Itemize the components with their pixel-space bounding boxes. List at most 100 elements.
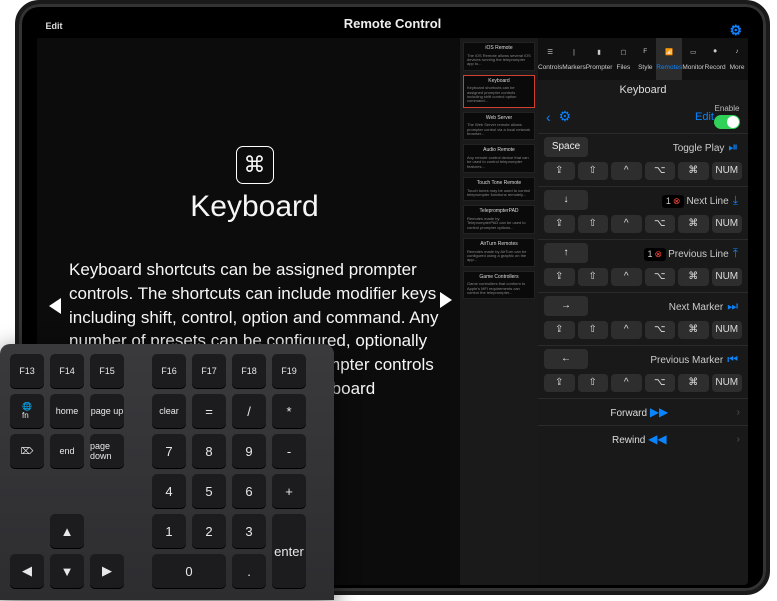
key-f13[interactable]: F13 — [10, 354, 44, 388]
key-0[interactable]: 0 — [152, 554, 226, 588]
thumb-touch-tone[interactable]: Touch Tone RemoteTouch tones may be used… — [463, 177, 535, 201]
key-forward-delete[interactable]: ⌦ — [10, 434, 44, 468]
modifier-key[interactable]: ⌘ — [678, 162, 709, 180]
modifier-key[interactable]: NUM — [712, 321, 743, 339]
key-arrow-right[interactable]: ▶ — [90, 554, 124, 588]
modifier-key[interactable]: ⌥ — [645, 162, 676, 180]
modifier-key[interactable]: ^ — [611, 374, 642, 392]
key-well[interactable]: ← — [544, 349, 588, 369]
prev-arrow-icon[interactable] — [49, 298, 61, 314]
modifier-key[interactable]: ⌥ — [645, 321, 676, 339]
key-1[interactable]: 1 — [152, 514, 186, 548]
key-minus[interactable]: - — [272, 434, 306, 468]
key-7[interactable]: 7 — [152, 434, 186, 468]
tab-files[interactable]: ▢Files — [612, 38, 634, 80]
modifier-key[interactable]: ⇧ — [578, 268, 609, 286]
tab-record[interactable]: ⏺Record — [704, 38, 726, 80]
key-2[interactable]: 2 — [192, 514, 226, 548]
modifier-key[interactable]: ⇧ — [578, 374, 609, 392]
modifier-key[interactable]: ⇪ — [544, 268, 575, 286]
tab-prompter[interactable]: ▮Prompter — [586, 38, 613, 80]
edit-link[interactable]: Edit — [695, 111, 714, 123]
shortcut-group[interactable]: SpaceToggle Play⏯⇪⇧^⌥⌘NUM — [538, 133, 748, 180]
key-5[interactable]: 5 — [192, 474, 226, 508]
modifier-key[interactable]: ⌥ — [645, 374, 676, 392]
key-f16[interactable]: F16 — [152, 354, 186, 388]
key-well[interactable]: → — [544, 296, 588, 316]
modifier-key[interactable]: ^ — [611, 321, 642, 339]
modifier-key[interactable]: ⌥ — [645, 215, 676, 233]
thumb-teleprompterpad[interactable]: TeleprompterPADRemotes made by Telepromp… — [463, 205, 535, 234]
modifier-key[interactable]: ^ — [611, 215, 642, 233]
key-arrow-up[interactable]: ▲ — [50, 514, 84, 548]
modifier-key[interactable]: NUM — [712, 268, 743, 286]
thumb-audio-remote[interactable]: Audio RemoteAny remote control device th… — [463, 144, 535, 173]
enable-switch[interactable] — [714, 115, 740, 129]
thumb-web-server[interactable]: Web ServerThe Web Server remote allows p… — [463, 112, 535, 141]
key-6[interactable]: 6 — [232, 474, 266, 508]
key-fn[interactable]: 🌐fn — [10, 394, 44, 428]
modifier-key[interactable]: NUM — [712, 162, 743, 180]
key-4[interactable]: 4 — [152, 474, 186, 508]
key-multiply[interactable]: * — [272, 394, 306, 428]
modifier-key[interactable]: ⌥ — [645, 268, 676, 286]
modifier-key[interactable]: ⌘ — [678, 215, 709, 233]
modifier-key[interactable]: ⇪ — [544, 374, 575, 392]
sliders-icon[interactable]: ⚙ — [551, 108, 580, 125]
key-arrow-down[interactable]: ▼ — [50, 554, 84, 588]
key-8[interactable]: 8 — [192, 434, 226, 468]
key-clear[interactable]: clear — [152, 394, 186, 428]
modifier-key[interactable]: ⇧ — [578, 321, 609, 339]
key-home[interactable]: home — [50, 394, 84, 428]
key-end[interactable]: end — [50, 434, 84, 468]
modifier-key[interactable]: ⇪ — [544, 215, 575, 233]
modifier-key[interactable]: ^ — [611, 268, 642, 286]
key-pageup[interactable]: page up — [90, 394, 124, 428]
key-arrow-left[interactable]: ◀ — [10, 554, 44, 588]
thumb-airturn[interactable]: AirTurn RemotesRemotes made by AirTurn c… — [463, 238, 535, 267]
enable-toggle[interactable]: Enable — [714, 104, 740, 129]
modifier-key[interactable]: ⌘ — [678, 268, 709, 286]
key-f15[interactable]: F15 — [90, 354, 124, 388]
next-arrow-icon[interactable] — [440, 292, 452, 308]
modifier-key[interactable]: ⌘ — [678, 321, 709, 339]
shortcut-row[interactable]: Forward ▶▶› — [538, 398, 748, 425]
modifier-key[interactable]: ⇧ — [578, 215, 609, 233]
shortcut-group[interactable]: ↑1⊗Previous Line⤒⇪⇧^⌥⌘NUM — [538, 239, 748, 286]
key-well[interactable]: ↓ — [544, 190, 588, 210]
key-divide[interactable]: / — [232, 394, 266, 428]
thumbnail-strip[interactable]: iOS RemoteThe iOS Remote allows several … — [460, 38, 538, 585]
key-f17[interactable]: F17 — [192, 354, 226, 388]
modifier-key[interactable]: NUM — [712, 215, 743, 233]
tab-markers[interactable]: ❘Markers — [562, 38, 585, 80]
tab-controls[interactable]: ☰Controls — [538, 38, 562, 80]
modifier-key[interactable]: ^ — [611, 162, 642, 180]
shortcut-group[interactable]: ←Previous Marker⏮⇪⇧^⌥⌘NUM — [538, 345, 748, 392]
modifier-key[interactable]: ⌘ — [678, 374, 709, 392]
key-f14[interactable]: F14 — [50, 354, 84, 388]
shortcut-row[interactable]: Rewind ◀◀› — [538, 425, 748, 452]
key-enter[interactable]: enter — [272, 514, 306, 588]
thumb-game-controllers[interactable]: Game ControllersGame controllers that co… — [463, 271, 535, 300]
tab-more[interactable]: ♪More — [726, 38, 748, 80]
modifier-key[interactable]: ⇪ — [544, 162, 575, 180]
key-plus[interactable]: + — [272, 474, 306, 508]
modifier-key[interactable]: ⇪ — [544, 321, 575, 339]
key-period[interactable]: . — [232, 554, 266, 588]
key-well[interactable]: Space — [544, 137, 588, 157]
modifier-key[interactable]: ⇧ — [578, 162, 609, 180]
tab-style[interactable]: FStyle — [634, 38, 656, 80]
shortcut-group[interactable]: →Next Marker⏭⇪⇧^⌥⌘NUM — [538, 292, 748, 339]
modifier-key[interactable]: NUM — [712, 374, 743, 392]
thumb-ios-remote[interactable]: iOS RemoteThe iOS Remote allows several … — [463, 42, 535, 71]
tab-remotes[interactable]: 📶Remotes — [656, 38, 682, 80]
shortcut-group[interactable]: ↓1⊗Next Line⤓⇪⇧^⌥⌘NUM — [538, 186, 748, 233]
tab-monitor[interactable]: ▭Monitor — [682, 38, 704, 80]
key-9[interactable]: 9 — [232, 434, 266, 468]
key-f18[interactable]: F18 — [232, 354, 266, 388]
thumb-keyboard[interactable]: KeyboardKeyboard shortcuts can be assign… — [463, 75, 535, 108]
key-3[interactable]: 3 — [232, 514, 266, 548]
key-equals[interactable]: = — [192, 394, 226, 428]
key-pagedown[interactable]: page down — [90, 434, 124, 468]
gear-icon[interactable]: ⚙ — [729, 16, 742, 44]
